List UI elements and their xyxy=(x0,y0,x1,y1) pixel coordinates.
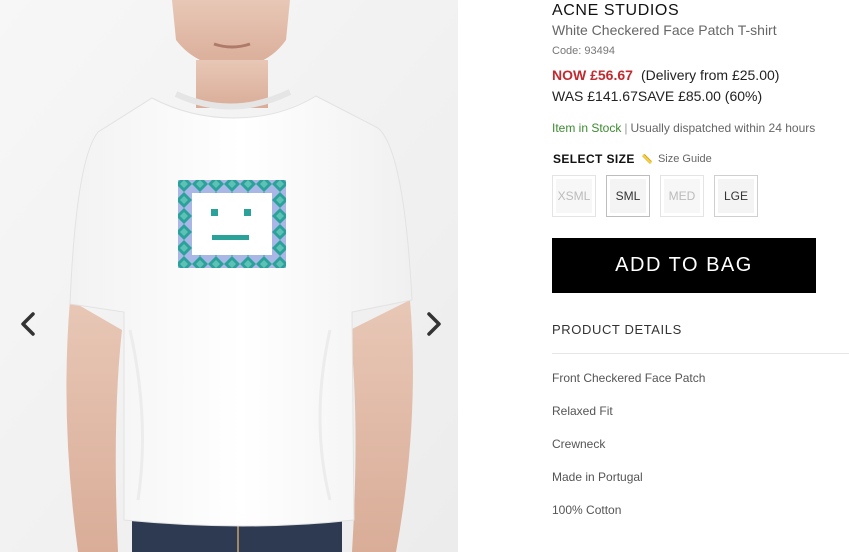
size-option-label: LGE xyxy=(718,179,754,213)
stock-separator: | xyxy=(624,121,628,135)
product-code: Code: 93494 xyxy=(552,45,615,57)
size-guide-link[interactable]: Size Guide xyxy=(658,153,712,165)
ruler-icon: 📏 xyxy=(641,153,653,164)
stock-status: Item in Stock | Usually dispatched within … xyxy=(552,121,815,135)
size-selector-title: SELECT SIZE xyxy=(553,152,635,166)
product-details-heading: PRODUCT DETAILS xyxy=(552,322,682,337)
size-option-med: MED xyxy=(660,175,704,217)
savings: SAVE £85.00 (60%) xyxy=(637,88,763,104)
size-option-label: XSML xyxy=(556,179,592,213)
feature-item: Made in Portugal xyxy=(552,470,643,484)
product-title: White Checkered Face Patch T-shirt xyxy=(552,22,777,38)
size-option-label: MED xyxy=(664,179,700,213)
delivery-note: (Delivery from £25.00) xyxy=(640,67,780,83)
feature-item: Crewneck xyxy=(552,437,606,451)
size-option-lge[interactable]: LGE xyxy=(714,175,758,217)
brand-name: ACNE STUDIOS xyxy=(552,2,680,19)
gallery-next-button[interactable] xyxy=(420,309,448,339)
sale-price: NOW £56.67 xyxy=(552,67,633,83)
product-gallery xyxy=(0,0,458,552)
divider xyxy=(552,353,849,354)
chevron-left-icon xyxy=(21,312,35,336)
price-was-line: WAS £141.67SAVE £85.00 (60%) xyxy=(552,88,762,104)
dispatch-note: Usually dispatched within 24 hours xyxy=(630,121,816,135)
feature-item: Front Checkered Face Patch xyxy=(552,371,706,385)
size-option-sml[interactable]: SML xyxy=(606,175,650,217)
chevron-right-icon xyxy=(427,312,441,336)
size-selector-header: SELECT SIZE 📏 Size Guide xyxy=(553,152,712,166)
product-code-value: 93494 xyxy=(584,45,615,57)
feature-item: Relaxed Fit xyxy=(552,404,613,418)
stock-label: Item in Stock xyxy=(552,121,622,135)
size-option-label: SML xyxy=(610,179,646,213)
gallery-prev-button[interactable] xyxy=(14,309,42,339)
add-to-bag-button[interactable]: ADD TO BAG xyxy=(552,238,816,293)
size-options: XSML SML MED LGE xyxy=(552,175,768,217)
product-code-label: Code: xyxy=(552,45,582,57)
feature-list: Front Checkered Face Patch Relaxed Fit C… xyxy=(552,371,705,536)
original-price: WAS £141.67 xyxy=(552,88,638,104)
price-now-line: NOW £56.67 (Delivery from £25.00) xyxy=(552,67,779,83)
size-option-xsml: XSML xyxy=(552,175,596,217)
feature-item: 100% Cotton xyxy=(552,503,622,517)
product-photo xyxy=(0,0,458,552)
